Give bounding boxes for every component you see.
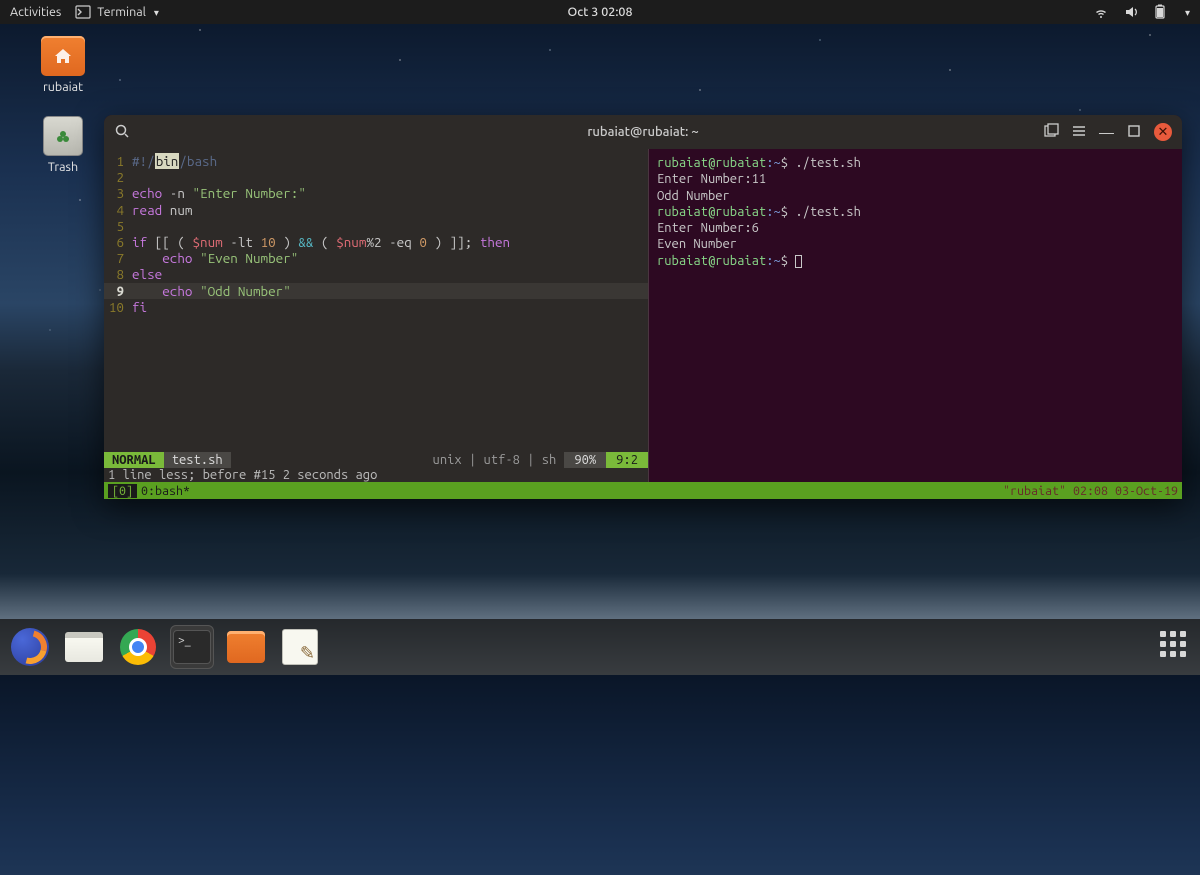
line-number: 4 [104, 202, 132, 218]
dock-text-editor[interactable] [278, 625, 322, 669]
terminal-icon [75, 4, 91, 20]
vim-mode: NORMAL [104, 452, 164, 468]
code-content: echo -n "Enter Number:" [132, 185, 306, 201]
wifi-icon[interactable] [1093, 4, 1109, 20]
terminal-app-icon: >_ [173, 630, 211, 664]
desktop-icons: rubaiat Trash [28, 36, 98, 196]
chevron-down-icon [152, 5, 159, 19]
line-number: 10 [104, 299, 132, 315]
battery-icon[interactable] [1153, 4, 1169, 20]
home-folder-icon[interactable]: rubaiat [28, 36, 98, 94]
editor-line: 8else [104, 266, 648, 282]
vim-percent: 90% [564, 452, 606, 468]
line-number: 2 [104, 169, 132, 185]
home-folder-label: rubaiat [43, 80, 83, 94]
shell-prompt-line: rubaiat@rubaiat:~$ [657, 253, 1174, 269]
dock-folder[interactable] [224, 625, 268, 669]
gnome-topbar: Activities Terminal Oct 3 02:08 [0, 0, 1200, 24]
files-icon [65, 632, 103, 662]
editor-line: 2 [104, 169, 648, 185]
shell-output-line: Enter Number:11 [657, 171, 1174, 187]
tmux-statusbar: [0] 0:bash* "rubaiat" 02:08 03-Oct-19 [104, 482, 1182, 499]
orange-folder-icon [227, 631, 265, 663]
dock: >_ [0, 619, 1200, 675]
dock-files[interactable] [62, 625, 106, 669]
tmux-right-status: "rubaiat" 02:08 03-Oct-19 [1003, 484, 1178, 498]
editor-line: 4read num [104, 202, 648, 218]
code-content: echo "Even Number" [132, 250, 298, 266]
clock[interactable]: Oct 3 02:08 [568, 5, 633, 19]
dock-chrome[interactable] [116, 625, 160, 669]
line-number: 5 [104, 218, 132, 234]
code-content: read num [132, 202, 193, 218]
app-menu[interactable]: Terminal [75, 4, 159, 20]
vim-message: 1 line less; before #15 2 seconds ago [104, 468, 648, 482]
volume-icon[interactable] [1123, 4, 1139, 20]
shell-output-line: Odd Number [657, 188, 1174, 204]
shell-prompt-line: rubaiat@rubaiat:~$ ./test.sh [657, 204, 1174, 220]
code-content: fi [132, 299, 147, 315]
tmux-window: 0:bash* [141, 484, 190, 498]
shell-output-line: Enter Number:6 [657, 220, 1174, 236]
trash-can-icon [43, 116, 83, 156]
shell-output-line: Even Number [657, 236, 1174, 252]
hamburger-menu-icon[interactable] [1071, 123, 1087, 142]
firefox-icon [11, 628, 49, 666]
vim-cursor-pos: 9:2 [606, 452, 648, 468]
code-content: if [[ ( $num -lt 10 ) && ( $num%2 -eq 0 … [132, 234, 510, 250]
editor-line: 10fi [104, 299, 648, 315]
shell-prompt-line: rubaiat@rubaiat:~$ ./test.sh [657, 155, 1174, 171]
terminal-window: rubaiat@rubaiat: ~ — ✕ 1#!/bin/bash23ech… [104, 115, 1182, 499]
tmux-session: [0] [108, 484, 137, 498]
editor-line: 9 echo "Odd Number" [104, 283, 648, 299]
editor-line: 3echo -n "Enter Number:" [104, 185, 648, 201]
vim-fileinfo: unix | utf-8 | sh [231, 452, 565, 468]
shell-pane[interactable]: rubaiat@rubaiat:~$ ./test.shEnter Number… [649, 149, 1182, 482]
minimize-button[interactable]: — [1099, 124, 1114, 141]
maximize-button[interactable] [1126, 123, 1142, 142]
editor-line: 6if [[ ( $num -lt 10 ) && ( $num%2 -eq 0… [104, 234, 648, 250]
vim-statusline: NORMAL test.sh unix | utf-8 | sh 90% 9:2 [104, 452, 648, 468]
trash-icon[interactable]: Trash [28, 116, 98, 174]
close-button[interactable]: ✕ [1154, 123, 1172, 141]
line-number: 6 [104, 234, 132, 250]
house-icon [53, 47, 73, 65]
show-applications-button[interactable] [1160, 631, 1192, 663]
line-number: 7 [104, 250, 132, 266]
code-content: #!/bin/bash [132, 153, 217, 169]
window-titlebar[interactable]: rubaiat@rubaiat: ~ — ✕ [104, 115, 1182, 149]
vim-filename: test.sh [164, 452, 231, 468]
dock-firefox[interactable] [8, 625, 52, 669]
shell-cursor [795, 255, 802, 268]
line-number: 8 [104, 266, 132, 282]
code-content: echo "Odd Number" [132, 283, 291, 299]
dock-terminal[interactable]: >_ [170, 625, 214, 669]
editor-line: 5 [104, 218, 648, 234]
text-editor-icon [282, 629, 318, 665]
activities-button[interactable]: Activities [10, 5, 61, 19]
trash-label: Trash [48, 160, 78, 174]
new-tab-icon[interactable] [1043, 123, 1059, 142]
editor-line: 7 echo "Even Number" [104, 250, 648, 266]
system-menu-chevron-icon[interactable] [1183, 5, 1190, 19]
vim-editor[interactable]: 1#!/bin/bash23echo -n "Enter Number:"4re… [104, 149, 648, 452]
line-number: 1 [104, 153, 132, 169]
search-icon[interactable] [114, 123, 130, 142]
window-title: rubaiat@rubaiat: ~ [587, 125, 698, 139]
editor-line: 1#!/bin/bash [104, 153, 648, 169]
editor-pane[interactable]: 1#!/bin/bash23echo -n "Enter Number:"4re… [104, 149, 649, 482]
code-content: else [132, 266, 162, 282]
line-number: 9 [104, 283, 132, 299]
folder-icon [41, 36, 85, 76]
chrome-icon [120, 629, 156, 665]
line-number: 3 [104, 185, 132, 201]
app-menu-label: Terminal [97, 5, 146, 19]
